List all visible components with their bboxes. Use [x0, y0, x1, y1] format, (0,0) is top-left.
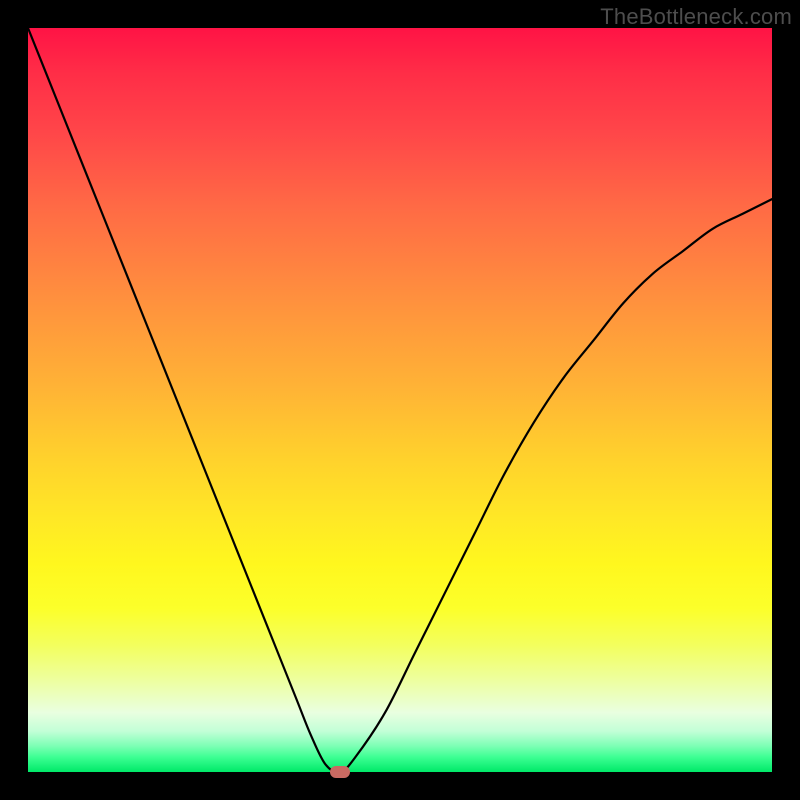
chart-frame: TheBottleneck.com — [0, 0, 800, 800]
plot-area — [28, 28, 772, 772]
bottleneck-curve — [28, 28, 772, 772]
optimal-point-marker — [330, 766, 350, 778]
watermark-text: TheBottleneck.com — [600, 4, 792, 30]
curve-layer — [28, 28, 772, 772]
